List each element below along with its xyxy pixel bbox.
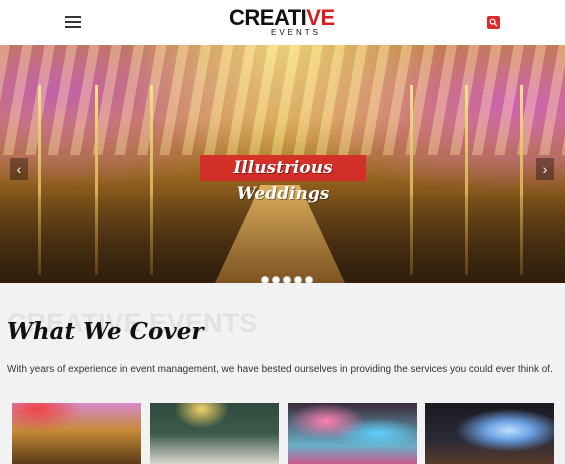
section-description: With years of experience in event manage… <box>7 364 553 375</box>
logo-tagline: EVENTS <box>271 28 322 37</box>
search-icon <box>489 18 498 27</box>
service-card-parties[interactable] <box>288 403 417 464</box>
site-header: CREATIVE EVENTS <box>0 0 565 46</box>
slider-dot-1[interactable] <box>261 276 269 283</box>
slider-dot-5[interactable] <box>305 276 313 283</box>
search-button[interactable] <box>487 16 500 29</box>
slider-dot-2[interactable] <box>272 276 280 283</box>
section-title: What We Cover <box>7 318 204 345</box>
slider-dot-3[interactable] <box>283 276 291 283</box>
slider-dot-4[interactable] <box>294 276 302 283</box>
chevron-right-icon: › <box>542 161 548 177</box>
hero-caption: Illustrious Weddings <box>200 155 366 204</box>
service-card-birthdays[interactable] <box>150 403 279 464</box>
service-card-weddings[interactable] <box>12 403 141 464</box>
slider-prev-button[interactable]: ‹ <box>10 158 28 180</box>
hamburger-icon[interactable] <box>65 16 81 28</box>
hero-image-drapes <box>0 45 565 155</box>
chevron-left-icon: ‹ <box>16 161 22 177</box>
hero-slider: Illustrious Weddings ‹ › <box>0 45 565 283</box>
slider-pagination <box>261 271 316 283</box>
service-card-corporate[interactable] <box>425 403 554 464</box>
site-logo[interactable]: CREATIVE EVENTS <box>229 6 339 40</box>
slider-next-button[interactable]: › <box>536 158 554 180</box>
logo-wordmark: CREATIVE <box>229 5 335 30</box>
